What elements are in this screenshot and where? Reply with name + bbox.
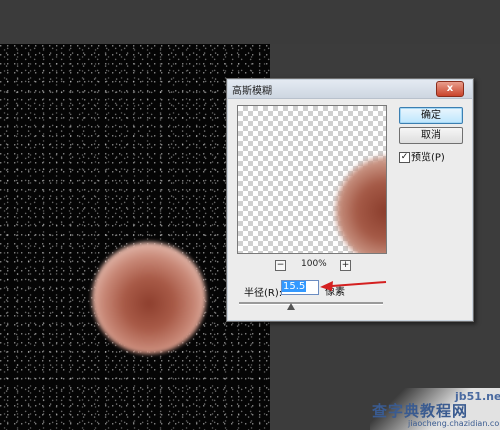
ok-button[interactable]: 确定 [399,107,463,124]
radius-slider-thumb[interactable] [286,303,295,310]
preview-area[interactable] [237,105,387,254]
blurred-sphere [92,242,206,354]
dialog-title: 高斯模糊 [232,86,272,97]
radius-input[interactable]: 15.5 [281,280,319,295]
preview-checkbox-row[interactable]: ✓ 预览(P) [399,152,445,166]
cancel-button[interactable]: 取消 [399,127,463,144]
zoom-in-button[interactable]: + [340,260,351,271]
zoom-out-button[interactable]: − [275,260,286,271]
preview-checkbox[interactable]: ✓ [399,152,410,163]
zoom-level: 100% [301,259,327,269]
workspace-background [0,0,500,44]
dialog-titlebar[interactable]: 高斯模糊 x [228,80,472,99]
close-button[interactable]: x [436,81,464,97]
watermark-cn-text: 查字典教程网 [372,402,469,420]
radius-value: 15.5 [282,281,307,292]
annotation-arrow [320,281,387,291]
preview-label: 预览(P) [411,152,445,164]
radius-slider-track[interactable] [239,302,383,305]
preview-blurred-sphere [336,156,386,253]
watermark-url: jiaocheng.chazidian.com [408,419,500,428]
zoom-controls: − 100% + [237,259,387,272]
radius-label: 半径(R): [244,288,283,299]
